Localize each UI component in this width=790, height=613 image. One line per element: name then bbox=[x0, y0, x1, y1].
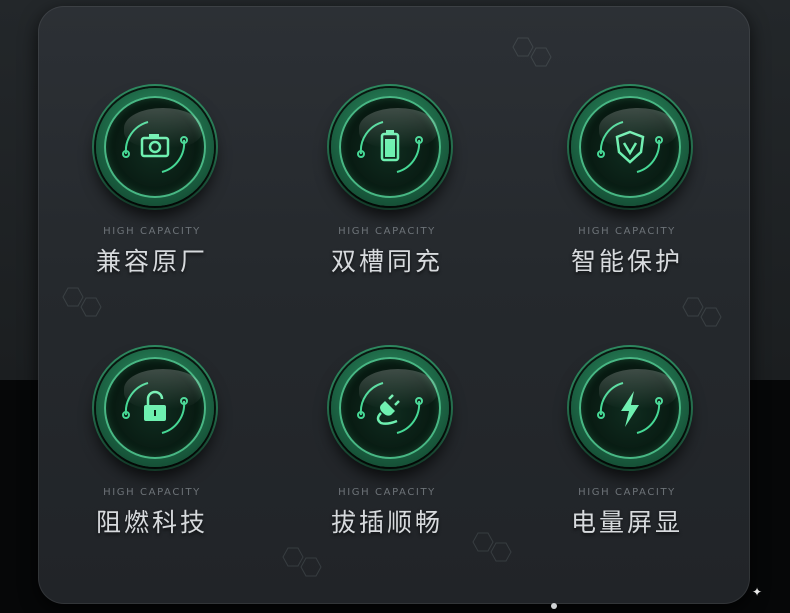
hex-pattern-decoration bbox=[512, 37, 552, 67]
sparkle-icon: ✦ bbox=[752, 585, 763, 599]
feature-subtitle: HIGH CAPACITY bbox=[578, 226, 676, 237]
badge-shine bbox=[599, 369, 677, 409]
badge-shine bbox=[359, 108, 437, 148]
feature-dual-slot: HIGH CAPACITY 双槽同充 bbox=[287, 88, 487, 328]
feature-title: 智能保护 bbox=[570, 247, 683, 276]
badge-ring bbox=[579, 96, 681, 198]
page-indicator-dot bbox=[551, 603, 557, 609]
feature-subtitle: HIGH CAPACITY bbox=[578, 487, 676, 498]
feature-subtitle: HIGH CAPACITY bbox=[103, 487, 201, 498]
feature-badge bbox=[331, 88, 449, 206]
feature-badge bbox=[96, 349, 214, 467]
badge-ring bbox=[104, 357, 206, 459]
feature-badge bbox=[571, 349, 689, 467]
feature-smart-protection: HIGH CAPACITY 智能保护 bbox=[527, 88, 727, 328]
feature-compatible: HIGH CAPACITY 兼容原厂 bbox=[52, 88, 252, 328]
badge-shine bbox=[359, 369, 437, 409]
badge-ring bbox=[339, 96, 441, 198]
badge-ring bbox=[104, 96, 206, 198]
feature-title: 电量屏显 bbox=[570, 508, 683, 537]
badge-shine bbox=[124, 108, 202, 148]
feature-badge bbox=[571, 88, 689, 206]
feature-title: 拔插顺畅 bbox=[330, 508, 443, 537]
feature-subtitle: HIGH CAPACITY bbox=[103, 226, 201, 237]
feature-badge bbox=[96, 88, 214, 206]
feature-badge bbox=[331, 349, 449, 467]
feature-subtitle: HIGH CAPACITY bbox=[338, 226, 436, 237]
feature-panel: HIGH CAPACITY 兼容原厂 HIGH CAPACITY 双槽同充 HI… bbox=[38, 6, 750, 604]
badge-ring bbox=[579, 357, 681, 459]
badge-ring bbox=[339, 357, 441, 459]
feature-title: 双槽同充 bbox=[330, 247, 443, 276]
feature-smooth-plug: HIGH CAPACITY 拔插顺畅 bbox=[287, 349, 487, 589]
feature-subtitle: HIGH CAPACITY bbox=[338, 487, 436, 498]
feature-title: 阻燃科技 bbox=[95, 508, 208, 537]
feature-power-display: HIGH CAPACITY 电量屏显 bbox=[527, 349, 727, 589]
feature-title: 兼容原厂 bbox=[95, 247, 208, 276]
badge-shine bbox=[599, 108, 677, 148]
feature-flame-retardant: HIGH CAPACITY 阻燃科技 bbox=[52, 349, 252, 589]
badge-shine bbox=[124, 369, 202, 409]
